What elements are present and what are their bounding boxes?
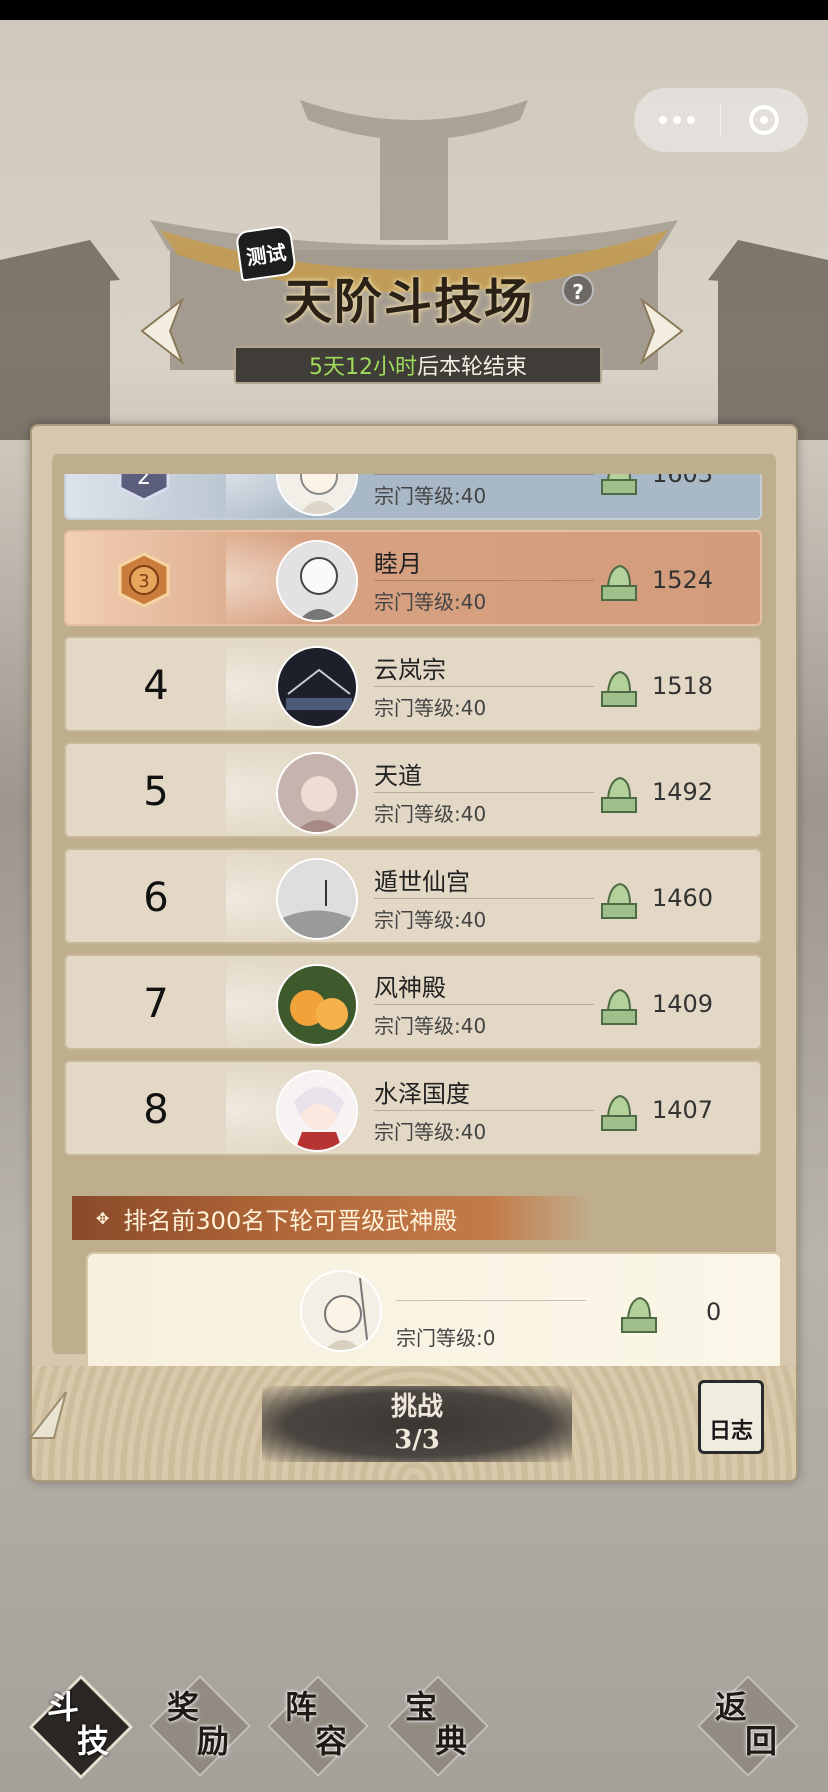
ranking-row-3[interactable]: 3 睦月 宗门等级:40 1524 [64,530,762,626]
nav-lineup[interactable]: 阵容 [267,1675,369,1777]
nav-codex-label-1: 宝 [405,1688,438,1726]
ranking-row-7[interactable]: 7 风神殿 宗门等级:40 1409 [64,954,762,1050]
nav-reward-label-1: 奖 [167,1688,200,1726]
ranking-row-4[interactable]: 4 云岚宗 宗门等级:40 1518 [64,636,762,732]
jade-seal-icon [621,1296,657,1333]
ranking-row-8[interactable]: 8 水泽国度 宗门等级:40 1407 [64,1060,762,1156]
avatar [276,964,358,1046]
challenge-label: 挑战 [390,1392,443,1422]
nav-fight-label-1: 斗 [47,1688,80,1726]
player-name: 云岚宗 [374,656,446,684]
jade-seal-icon [601,670,637,707]
player-name: 遁世仙宫 [374,868,470,896]
challenge-button[interactable]: 挑战 3/3 [262,1386,572,1462]
avatar [276,540,358,622]
nav-back-label-2: 回 [744,1722,777,1760]
score: 0 [706,1298,722,1326]
nav-codex[interactable]: 宝典 [387,1675,489,1777]
avatar [276,1070,358,1152]
rank-number: 6 [143,875,169,921]
nav-codex-label-2: 典 [434,1722,467,1760]
avatar [276,752,358,834]
ranking-row-5[interactable]: 5 天道 宗门等级:40 1492 [64,742,762,838]
svg-text:3: 3 [138,571,149,592]
nav-reward-label-2: 励 [196,1722,229,1760]
nav-back[interactable]: 返回 [697,1675,799,1777]
silver-medal-icon: 2 [118,474,170,502]
jade-seal-icon [601,882,637,919]
nav-back-label-1: 返 [715,1688,748,1726]
score: 1407 [652,1096,714,1124]
avatar [276,858,358,940]
player-name: 天道 [374,762,422,790]
help-icon[interactable]: ? [562,274,594,306]
ranking-row-2[interactable]: 2 天下 宗门等级:40 1603 [64,474,762,520]
ranking-inner: 2 天下 宗门等级:40 1603 3 睦月 宗门等级:40 [52,454,782,1372]
ranking-row-6[interactable]: 6 遁世仙宫 宗门等级:40 1460 [64,848,762,944]
player-name: 睦月 [374,550,422,578]
score: 1492 [652,778,714,806]
rank-number: 4 [143,663,169,709]
avatar [300,1270,382,1352]
next-arrow-icon[interactable] [636,296,688,366]
log-button[interactable]: 日志 [698,1380,764,1454]
miniprogram-capsule [634,88,808,152]
page-title: 天阶斗技场 [284,274,535,330]
sect-level: 宗门等级:40 [374,908,487,932]
nav-lineup-label-2: 容 [314,1722,347,1760]
nav-lineup-label-1: 阵 [285,1688,318,1726]
sect-level: 宗门等级:40 [374,696,487,720]
rank-number: 8 [143,1087,169,1133]
timer-suffix: 后本轮结束 [416,355,527,380]
round-timer: 5天12小时 后本轮结束 [234,346,602,384]
jade-seal-icon [601,564,637,601]
svg-text:2: 2 [137,474,151,490]
sect-level: 宗门等级:40 [374,484,487,508]
corner-ornament-icon [28,1391,67,1439]
more-dots-icon[interactable] [634,88,720,152]
score: 1460 [652,884,714,912]
diamond-icon: ✥ [96,1208,110,1228]
sect-level: 宗门等级:40 [374,590,487,614]
promotion-text: 排名前300名下轮可晋级武神殿 [123,1206,458,1235]
rank-number: 7 [143,981,169,1027]
action-bar: 挑战 3/3 日志 [28,1366,796,1480]
bronze-medal-icon: 3 [118,552,170,608]
jade-seal-icon [601,474,637,495]
sect-level: 宗门等级:40 [374,1014,487,1038]
jade-seal-icon [601,1094,637,1131]
sect-level: 宗门等级:0 [396,1326,496,1350]
rank-number: 5 [143,769,169,815]
nav-reward[interactable]: 奖励 [149,1675,251,1777]
score: 1409 [652,990,714,1018]
timer-remaining: 5天12小时 [308,355,417,380]
player-name: 风神殿 [374,974,446,1002]
my-ranking-row[interactable]: 宗门等级:0 0 [86,1252,782,1372]
score: 1518 [652,672,714,700]
ranking-panel: 2 天下 宗门等级:40 1603 3 睦月 宗门等级:40 [28,424,798,1482]
sect-level: 宗门等级:40 [374,1120,487,1144]
score: 1603 [652,474,714,488]
player-name: 水泽国度 [374,1080,470,1108]
prev-arrow-icon[interactable] [136,296,188,366]
target-icon[interactable] [721,88,807,152]
status-bar [0,0,828,20]
sect-level: 宗门等级:40 [374,802,487,826]
challenge-count: 3/3 [394,1425,440,1455]
avatar [276,646,358,728]
promotion-banner: ✥ 排名前300名下轮可晋级武神殿 [72,1196,592,1240]
score: 1524 [652,566,714,594]
nav-fight[interactable]: 斗技 [28,1674,134,1780]
jade-seal-icon [601,988,637,1025]
ranking-list[interactable]: 2 天下 宗门等级:40 1603 3 睦月 宗门等级:40 [64,474,762,1166]
nav-fight-label-2: 技 [76,1722,109,1760]
jade-seal-icon [601,776,637,813]
